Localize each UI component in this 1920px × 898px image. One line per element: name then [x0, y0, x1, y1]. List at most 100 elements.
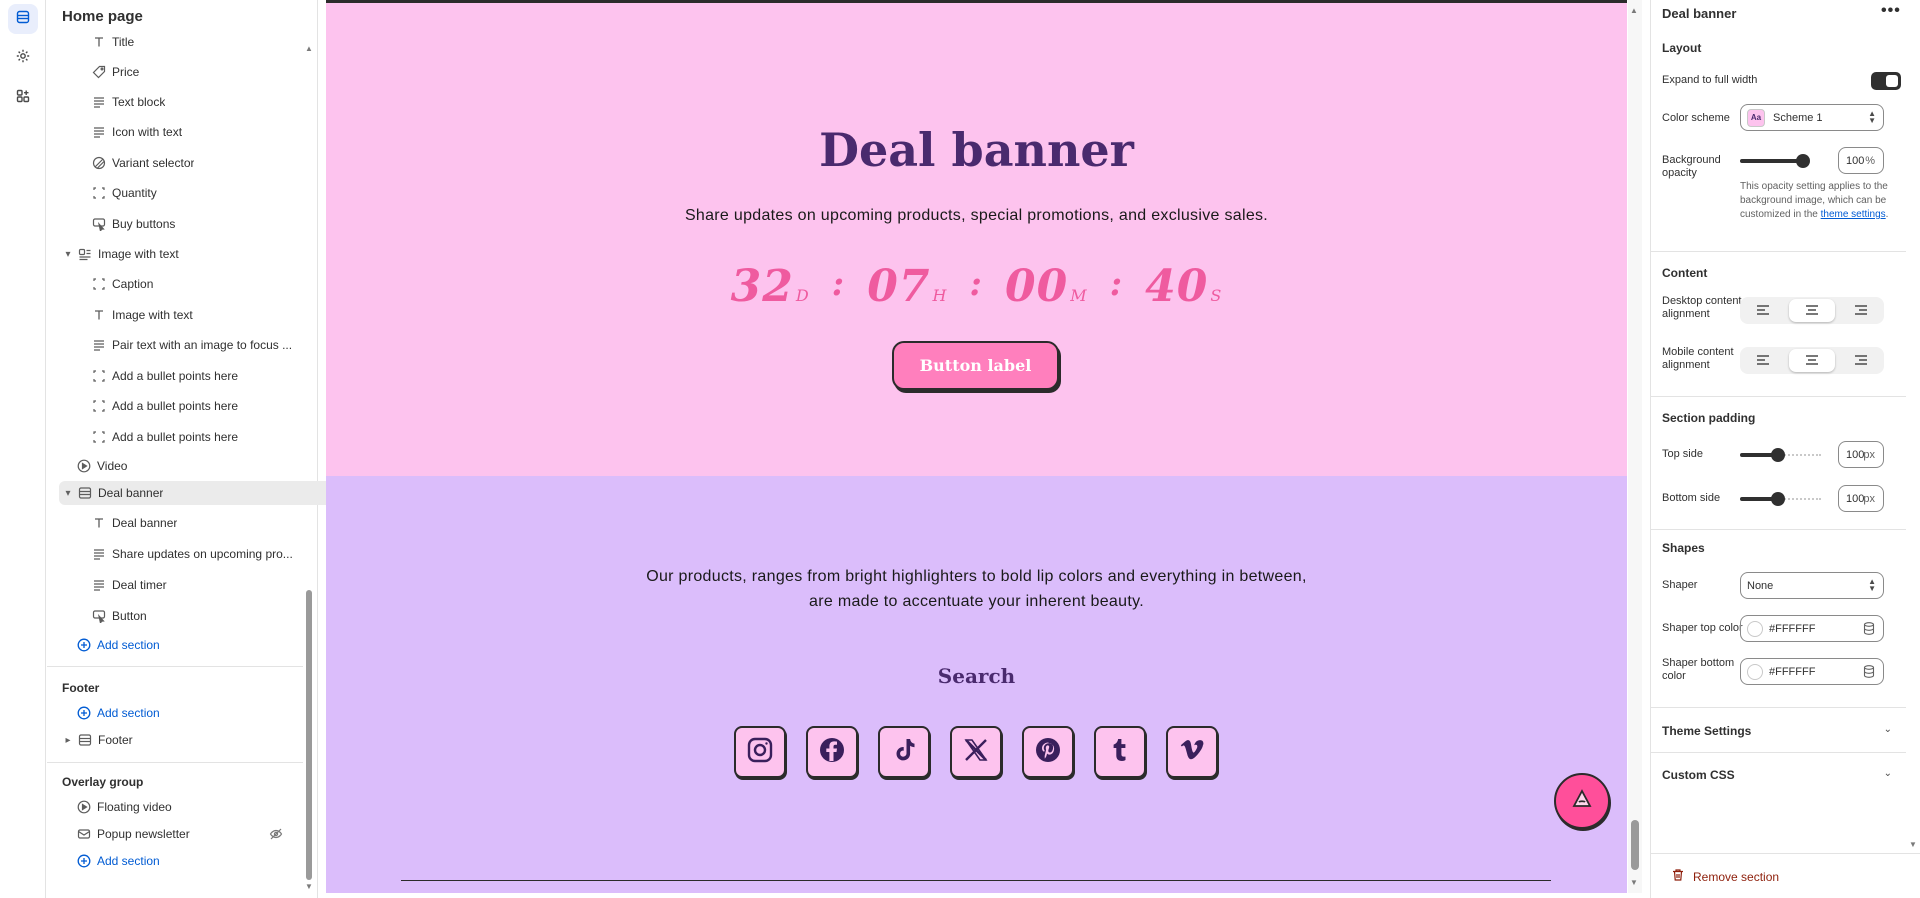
sidebar-item[interactable]: Pair text with an image to focus ...	[92, 333, 337, 357]
vimeo-link[interactable]	[1166, 726, 1218, 778]
sidebar-item[interactable]: Icon with text	[92, 120, 337, 144]
divider	[1651, 396, 1906, 397]
tiktok-link[interactable]	[878, 726, 930, 778]
opacity-input[interactable]: 100 %	[1838, 147, 1884, 174]
sections-nav-button[interactable]	[8, 4, 38, 34]
sidebar-item[interactable]: Deal banner	[92, 511, 337, 535]
sidebar-item[interactable]: Buy buttons	[92, 212, 337, 236]
footer-section-item[interactable]: ▸ Footer	[62, 728, 307, 752]
color-swatch[interactable]	[1747, 620, 1763, 637]
instagram-link[interactable]	[734, 726, 786, 778]
sidebar-item[interactable]: Add a bullet points here	[92, 394, 337, 418]
align-center-button[interactable]	[1788, 299, 1836, 322]
text-icon	[92, 35, 106, 49]
sidebar-item[interactable]: Title	[92, 30, 337, 54]
overlay-add-section-button[interactable]: Add section	[77, 849, 322, 873]
mail-icon	[77, 827, 91, 841]
sidebar-item[interactable]: Button	[92, 604, 337, 628]
expand-full-width-toggle[interactable]	[1871, 72, 1901, 90]
scroll-up-arrow[interactable]: ▲	[305, 44, 313, 53]
sidebar-item[interactable]: ▾ Deal banner	[59, 481, 339, 505]
shaper-select[interactable]: None ▲ ▼	[1740, 572, 1884, 599]
deal-timer: 32 D:07 H:00 M:40 S	[326, 261, 1627, 312]
theme-settings-link[interactable]: theme settings	[1821, 209, 1886, 220]
top-padding-input[interactable]: 100 px	[1838, 441, 1884, 468]
align-right-icon	[1854, 302, 1868, 320]
sidebar-item[interactable]: Video	[77, 454, 322, 478]
popup-newsletter-item[interactable]: Popup newsletter	[77, 822, 337, 846]
chevron-down-icon[interactable]: ▾	[62, 488, 74, 499]
remove-section-button[interactable]: Remove section	[1671, 868, 1779, 885]
icon-rail	[0, 0, 46, 898]
align-right-button[interactable]	[1837, 347, 1884, 374]
theme-settings-accordion[interactable]: Theme Settings ⌄	[1662, 724, 1892, 738]
top-padding-knob[interactable]	[1771, 448, 1785, 462]
custom-css-accordion[interactable]: Custom CSS ⌄	[1662, 768, 1892, 782]
block-icon	[92, 430, 106, 444]
settings-nav-button[interactable]	[8, 43, 38, 73]
database-icon[interactable]	[1863, 665, 1875, 681]
settings-panel: Deal banner ••• Layout Expand to full wi…	[1650, 0, 1920, 898]
price-tag-icon	[92, 65, 106, 79]
sidebar-item[interactable]: Text block	[92, 90, 337, 114]
bottom-padding-knob[interactable]	[1771, 492, 1785, 506]
tiktok-icon	[889, 735, 919, 770]
add-section-button[interactable]: Add section	[77, 633, 322, 657]
sidebar-item[interactable]: Variant selector	[92, 151, 337, 175]
sidebar-item[interactable]: ▾ Image with text	[62, 242, 307, 266]
preview-scroll-down-arrow[interactable]: ▼	[1630, 878, 1638, 887]
sidebar-item[interactable]: Share updates on upcoming pro...	[92, 542, 337, 566]
timer-minutes-unit: M	[1070, 286, 1088, 305]
apps-nav-button[interactable]	[8, 83, 38, 113]
preview-scroll-up-arrow[interactable]: ▲	[1630, 6, 1638, 15]
panel-scroll-down-arrow[interactable]: ▼	[1909, 840, 1917, 849]
shaper-bottom-color-field[interactable]: #FFFFFF	[1740, 658, 1884, 685]
x-link[interactable]	[950, 726, 1002, 778]
sections-icon	[15, 9, 31, 30]
tumblr-icon	[1105, 735, 1135, 770]
sidebar-item[interactable]: Caption	[92, 272, 337, 296]
chevron-down-icon: ⌄	[1883, 724, 1892, 735]
opacity-slider-track[interactable]	[1740, 159, 1800, 163]
deal-banner-section[interactable]: Deal banner Share updates on upcoming pr…	[326, 0, 1627, 476]
sidebar-item[interactable]: Deal timer	[92, 573, 337, 597]
sidebar-item[interactable]: Quantity	[92, 181, 337, 205]
chevron-right-icon[interactable]: ▸	[62, 735, 74, 746]
align-left-button[interactable]	[1740, 297, 1787, 324]
facebook-link[interactable]	[806, 726, 858, 778]
sidebar-item[interactable]: Add a bullet points here	[92, 364, 337, 388]
chevron-down-icon[interactable]: ▾	[62, 249, 74, 260]
help-text-end: .	[1885, 209, 1889, 220]
tumblr-link[interactable]	[1094, 726, 1146, 778]
expand-label: Expand to full width	[1662, 74, 1758, 86]
bottom-padding-input[interactable]: 100 px	[1838, 485, 1884, 512]
sidebar-item[interactable]: Price	[92, 60, 337, 84]
shaper-label: Shaper	[1662, 579, 1698, 591]
color-scheme-select[interactable]: Aa Scheme 1 ▲ ▼	[1740, 104, 1884, 131]
block-icon	[92, 399, 106, 413]
scroll-down-arrow[interactable]: ▼	[305, 882, 313, 891]
sidebar-item-label: Image with text	[98, 247, 179, 261]
layout-heading: Layout	[1662, 41, 1702, 55]
pinterest-link[interactable]	[1022, 726, 1074, 778]
align-center-button[interactable]	[1788, 349, 1836, 372]
floating-video-item[interactable]: Floating video	[77, 795, 322, 819]
color-swatch[interactable]	[1747, 663, 1763, 680]
footer-add-section-button[interactable]: Add section	[77, 701, 322, 725]
align-right-button[interactable]	[1837, 297, 1884, 324]
variant-icon	[92, 156, 106, 170]
eye-hidden-icon[interactable]	[269, 827, 283, 846]
sidebar-item[interactable]: Image with text	[92, 303, 337, 327]
more-options-button[interactable]: •••	[1881, 2, 1901, 20]
deal-button[interactable]: Button label	[892, 341, 1059, 390]
align-left-button[interactable]	[1740, 347, 1787, 374]
database-icon[interactable]	[1863, 622, 1875, 638]
sidebar-item-label: Image with text	[112, 308, 193, 322]
sidebar-item[interactable]: Add a bullet points here	[92, 425, 337, 449]
scroll-to-top-button[interactable]	[1554, 773, 1610, 829]
opacity-slider-knob[interactable]	[1796, 154, 1810, 168]
preview-scrollbar[interactable]	[1631, 820, 1639, 870]
sidebar-scrollbar[interactable]	[306, 590, 312, 880]
divider	[1651, 251, 1906, 252]
shaper-top-color-field[interactable]: #FFFFFF	[1740, 615, 1884, 642]
